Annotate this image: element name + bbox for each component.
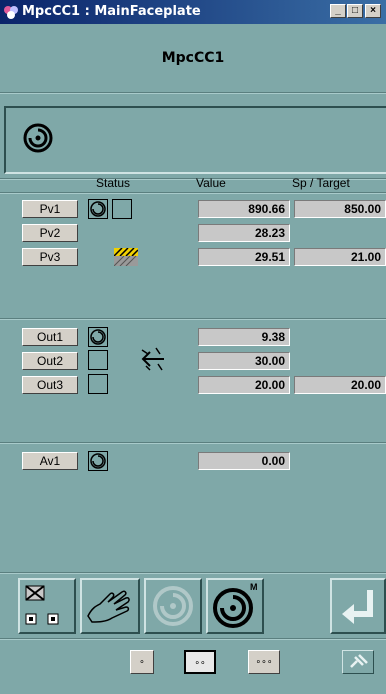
app-icon — [4, 6, 18, 19]
pv2-value: 28.23 — [198, 224, 290, 242]
av1-value: 0.00 — [198, 452, 290, 470]
status-box — [88, 350, 108, 370]
out1-value: 9.38 — [198, 328, 290, 346]
view-large-button[interactable]: ∘∘∘ — [248, 650, 280, 674]
pv3-button[interactable]: Pv3 — [22, 248, 78, 266]
column-header-status: Status — [96, 176, 131, 190]
off-mode-icon — [25, 585, 59, 625]
out2-button[interactable]: Out2 — [22, 352, 78, 370]
separator — [0, 442, 386, 444]
pv3-target: 21.00 — [294, 248, 386, 266]
out3-button[interactable]: Out3 — [22, 376, 78, 394]
column-header-value: Value — [196, 176, 226, 190]
separator — [0, 92, 386, 94]
pv2-button[interactable]: Pv2 — [22, 224, 78, 242]
separator — [0, 318, 386, 320]
auto-status-icon — [88, 327, 108, 347]
auto-mode-icon — [23, 123, 53, 153]
separator — [0, 192, 386, 194]
close-button[interactable]: × — [365, 4, 381, 18]
maximize-button[interactable]: □ — [347, 4, 363, 18]
view-medium-button[interactable]: ∘∘ — [184, 650, 216, 674]
manual-mode-button[interactable] — [80, 578, 140, 634]
auto-mode-icon — [153, 586, 193, 626]
av1-button[interactable]: Av1 — [22, 452, 78, 470]
mode-panel — [4, 106, 386, 174]
window-title: MpcCC1 : MainFaceplate — [22, 4, 201, 19]
status-box — [88, 374, 108, 394]
minimize-button[interactable]: _ — [330, 4, 346, 18]
limit-status-icon — [114, 248, 138, 266]
pin-button[interactable] — [342, 650, 374, 674]
separator — [0, 638, 386, 640]
pv1-value: 890.66 — [198, 200, 290, 218]
pin-icon — [350, 654, 368, 668]
mode-m-label: M — [250, 582, 258, 592]
hand-icon — [87, 590, 130, 623]
out1-button[interactable]: Out1 — [22, 328, 78, 346]
out3-value: 20.00 — [198, 376, 290, 394]
auto-status-icon — [88, 451, 108, 471]
status-box — [112, 199, 132, 219]
mpc-mode-button[interactable]: M — [206, 578, 264, 634]
pv1-button[interactable]: Pv1 — [22, 200, 78, 218]
pv3-value: 29.51 — [198, 248, 290, 266]
out3-target: 20.00 — [294, 376, 386, 394]
auto-mode-button[interactable] — [144, 578, 202, 634]
out2-value: 30.00 — [198, 352, 290, 370]
column-header-target: Sp / Target — [292, 176, 350, 190]
title-bar[interactable]: MpcCC1 : MainFaceplate _ □ × — [0, 0, 386, 24]
auto-status-icon — [88, 199, 108, 219]
off-mode-button[interactable] — [18, 578, 76, 634]
enter-button[interactable] — [330, 578, 386, 634]
view-small-button[interactable]: ∘ — [130, 650, 154, 674]
separator — [0, 572, 386, 574]
enter-arrow-icon — [342, 590, 373, 624]
windup-icon — [141, 347, 164, 371]
pv1-target: 850.00 — [294, 200, 386, 218]
module-name: MpcCC1 — [161, 50, 225, 66]
